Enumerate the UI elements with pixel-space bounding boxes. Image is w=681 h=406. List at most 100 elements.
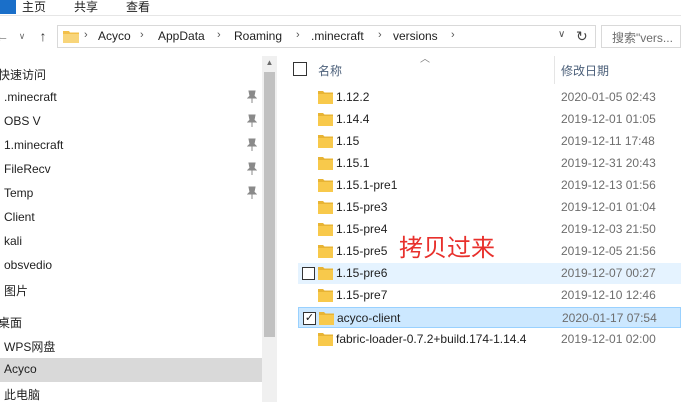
file-date: 2019-12-03 21:50 <box>561 222 656 236</box>
up-arrow-icon[interactable]: ↑ <box>35 26 51 46</box>
file-row[interactable]: ✓ acyco-client 2020-01-17 07:54 <box>298 307 681 328</box>
file-date: 2020-01-05 02:43 <box>561 90 656 104</box>
file-date: 2019-12-07 00:27 <box>561 266 656 280</box>
file-name: 1.15-pre3 <box>336 200 388 214</box>
breadcrumb-acyco[interactable]: Acyco <box>98 29 131 43</box>
refresh-icon[interactable]: ↻ <box>576 28 588 45</box>
ribbon-tabs: 主页 共享 查看 <box>0 0 681 16</box>
nav-item-label: obsvedio <box>4 258 53 272</box>
search-input[interactable]: 搜索"vers... <box>601 25 681 48</box>
recent-locations-chevron-icon[interactable]: ∨ <box>14 26 30 46</box>
file-row[interactable]: 1.15 2019-12-11 17:48 <box>298 131 681 152</box>
file-date: 2019-12-01 02:00 <box>561 332 656 346</box>
nav-item-filerecv[interactable]: FileRecv <box>0 158 262 182</box>
nav-desktop-label: 桌面 <box>0 316 23 330</box>
file-row[interactable]: 1.14.4 2019-12-01 01:05 <box>298 109 681 130</box>
folder-icon <box>318 223 333 236</box>
tab-home[interactable]: 主页 <box>22 0 46 14</box>
file-row[interactable]: 1.15.1-pre1 2019-12-13 01:56 <box>298 175 681 196</box>
file-name: 1.12.2 <box>336 90 370 104</box>
column-divider[interactable] <box>554 56 555 84</box>
file-name: 1.15-pre7 <box>336 288 388 302</box>
nav-item-kali[interactable]: kali <box>0 230 262 254</box>
file-date: 2019-12-05 21:56 <box>561 244 656 258</box>
nav-item-label: OBS V <box>4 114 41 128</box>
folder-icon <box>318 289 333 302</box>
nav-item-label: 图片 <box>4 284 29 298</box>
file-date: 2020-01-17 07:54 <box>562 311 657 325</box>
nav-item-pictures[interactable]: 图片 <box>0 278 262 302</box>
folder-icon <box>318 113 333 126</box>
pin-icon <box>247 114 257 127</box>
address-dropdown-icon[interactable]: ∨ <box>558 29 565 40</box>
folder-icon <box>318 91 333 104</box>
column-header-date[interactable]: 修改日期 <box>561 62 609 79</box>
breadcrumb-separator-icon: › <box>140 29 144 41</box>
file-row[interactable]: 1.15-pre3 2019-12-01 01:04 <box>298 197 681 218</box>
select-all-checkbox[interactable] <box>293 62 307 76</box>
back-arrow-icon[interactable]: ← <box>0 26 10 46</box>
file-row[interactable]: 1.15-pre6 2019-12-07 00:27 <box>298 263 681 284</box>
breadcrumb-minecraft[interactable]: .minecraft <box>311 29 364 43</box>
file-name: 1.15 <box>336 134 360 148</box>
nav-item-label: 此电脑 <box>4 388 41 402</box>
file-date: 2019-12-01 01:05 <box>561 112 656 126</box>
row-checkbox[interactable]: ✓ <box>303 312 316 325</box>
file-row[interactable]: 1.12.2 2020-01-05 02:43 <box>298 87 681 108</box>
nav-item-this-pc[interactable]: 此电脑 <box>0 382 262 406</box>
file-row[interactable]: 1.15-pre7 2019-12-10 12:46 <box>298 285 681 306</box>
nav-item-client[interactable]: Client <box>0 206 262 230</box>
file-name: 1.15-pre5 <box>336 244 388 258</box>
nav-item-obs-v[interactable]: OBS V <box>0 110 262 134</box>
nav-desktop[interactable]: 桌面 <box>0 310 262 334</box>
file-date: 2019-12-13 01:56 <box>561 178 656 192</box>
pin-icon <box>247 162 257 175</box>
file-name: 1.15-pre4 <box>336 222 388 236</box>
nav-item-label: .minecraft <box>4 90 57 104</box>
address-bar[interactable]: › Acyco › AppData › Roaming › .minecraft… <box>57 25 596 48</box>
row-checkbox[interactable] <box>302 267 315 280</box>
scroll-thumb[interactable] <box>264 72 275 337</box>
nav-item-1-minecraft[interactable]: 1.minecraft <box>0 134 262 158</box>
file-date: 2019-12-10 12:46 <box>561 288 656 302</box>
annotation-text: 拷贝过来 <box>399 234 495 262</box>
tab-file[interactable] <box>0 0 16 14</box>
folder-icon <box>318 135 333 148</box>
breadcrumb-roaming[interactable]: Roaming <box>234 29 282 43</box>
breadcrumb-appdata[interactable]: AppData <box>158 29 205 43</box>
file-name: 1.15.1 <box>336 156 370 170</box>
nav-item-label: 1.minecraft <box>4 138 64 152</box>
column-header-name[interactable]: 名称 <box>318 62 342 79</box>
scroll-up-arrow-icon[interactable]: ▲ <box>262 56 277 70</box>
breadcrumb-versions[interactable]: versions <box>393 29 438 43</box>
nav-item-wps-drive[interactable]: WPS网盘 <box>0 334 262 358</box>
tab-share[interactable]: 共享 <box>74 0 98 14</box>
nav-quick-access-label: 快速访问 <box>0 68 47 82</box>
nav-scrollbar[interactable]: ▲ <box>262 56 277 402</box>
file-row[interactable]: 1.15.1 2019-12-31 20:43 <box>298 153 681 174</box>
tab-view[interactable]: 查看 <box>126 0 150 14</box>
folder-icon <box>318 201 333 214</box>
file-name: acyco-client <box>337 311 401 325</box>
file-name: 1.14.4 <box>336 112 370 126</box>
nav-item-label: FileRecv <box>4 162 51 176</box>
navigation-bar: ← ∨ ↑ › Acyco › AppData › Roaming › .min… <box>0 18 681 54</box>
navigation-pane: 快速访问 .minecraft OBS V 1.minecraft FileRe… <box>0 56 277 402</box>
breadcrumb-separator-icon: › <box>451 29 455 41</box>
folder-icon <box>318 267 333 280</box>
nav-quick-access[interactable]: 快速访问 <box>0 62 262 86</box>
folder-icon <box>319 312 334 325</box>
pin-icon <box>247 186 257 199</box>
file-date: 2019-12-01 01:04 <box>561 200 656 214</box>
breadcrumb-separator-icon: › <box>378 29 382 41</box>
nav-item-obsvedio[interactable]: obsvedio <box>0 254 262 278</box>
sort-ascending-icon: ︿ <box>420 54 430 65</box>
nav-item-minecraft[interactable]: .minecraft <box>0 86 262 110</box>
file-row[interactable]: fabric-loader-0.7.2+build.174-1.14.4 2019… <box>298 329 681 350</box>
nav-item-acyco[interactable]: Acyco <box>0 358 262 382</box>
nav-item-label: Temp <box>4 186 34 200</box>
folder-icon <box>318 157 333 170</box>
nav-item-temp[interactable]: Temp <box>0 182 262 206</box>
file-name: 1.15.1-pre1 <box>336 178 398 192</box>
folder-icon <box>318 245 333 258</box>
